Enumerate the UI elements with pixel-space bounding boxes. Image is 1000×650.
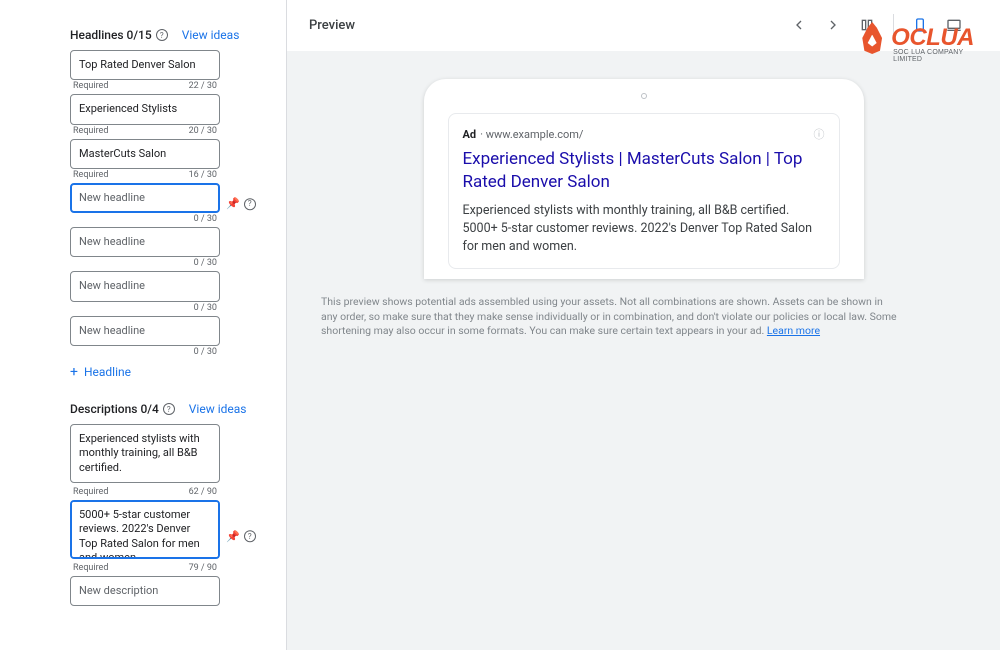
headline-input[interactable] bbox=[70, 94, 220, 124]
description-input[interactable] bbox=[70, 576, 220, 606]
next-button[interactable] bbox=[823, 15, 843, 35]
headline-row: Required 22 / 30 bbox=[70, 50, 278, 94]
view-ideas-link[interactable]: View ideas bbox=[189, 402, 247, 416]
preview-disclaimer: This preview shows potential ads assembl… bbox=[315, 295, 905, 339]
required-label: Required bbox=[73, 487, 108, 497]
ad-description: Experienced stylists with monthly traini… bbox=[463, 202, 825, 256]
preview-panel: Preview bbox=[286, 0, 1000, 650]
char-count: 62 / 90 bbox=[189, 487, 217, 497]
headline-input[interactable] bbox=[70, 271, 220, 301]
ad-top-row: Ad · www.example.com/ ⓘ bbox=[463, 126, 825, 142]
input-meta: 0 / 30 bbox=[70, 302, 220, 316]
view-ideas-link[interactable]: View ideas bbox=[182, 28, 240, 42]
pin-icon[interactable]: 📌 bbox=[226, 530, 240, 543]
chevron-right-icon bbox=[825, 17, 841, 33]
plus-icon: + bbox=[70, 364, 78, 380]
headline-input[interactable] bbox=[70, 139, 220, 169]
ad-preview-card: Ad · www.example.com/ ⓘ Experienced Styl… bbox=[448, 113, 840, 269]
headline-row: 0 / 30 bbox=[70, 316, 278, 360]
preview-body: Ad · www.example.com/ ⓘ Experienced Styl… bbox=[287, 51, 1000, 650]
help-icon[interactable]: ? bbox=[244, 198, 256, 210]
input-meta: Required 16 / 30 bbox=[70, 169, 220, 183]
preview-title: Preview bbox=[309, 18, 355, 33]
char-count: 0 / 30 bbox=[194, 303, 217, 313]
prev-button[interactable] bbox=[789, 15, 809, 35]
headline-input[interactable] bbox=[70, 227, 220, 257]
headline-input[interactable] bbox=[70, 316, 220, 346]
required-label: Required bbox=[73, 126, 108, 136]
input-meta bbox=[70, 609, 220, 613]
ad-badge: Ad bbox=[463, 128, 477, 141]
input-meta: Required 22 / 30 bbox=[70, 80, 220, 94]
description-row bbox=[70, 576, 278, 613]
headline-row: 📌? 0 / 30 bbox=[70, 183, 278, 227]
required-label: Required bbox=[73, 563, 108, 573]
headline-row: Required 20 / 30 bbox=[70, 94, 278, 138]
asset-editor-panel: Headlines 0/15 ? View ideas Required 22 /… bbox=[70, 0, 286, 650]
char-count: 0 / 30 bbox=[194, 258, 217, 268]
headline-input[interactable] bbox=[70, 50, 220, 80]
info-icon[interactable]: ⓘ bbox=[814, 126, 825, 142]
headline-input[interactable] bbox=[70, 183, 220, 213]
add-headline-button[interactable]: + Headline bbox=[70, 360, 278, 384]
char-count: 22 / 30 bbox=[189, 81, 217, 91]
description-input[interactable] bbox=[70, 500, 220, 559]
char-count: 0 / 30 bbox=[194, 347, 217, 357]
descriptions-title: Descriptions 0/4 bbox=[70, 402, 159, 416]
description-row: 📌? Required 79 / 90 bbox=[70, 500, 278, 576]
watermark-logo: OCLUA SOC LUA COMPANY LIMITED bbox=[859, 22, 974, 54]
descriptions-header: Descriptions 0/4 ? View ideas bbox=[70, 402, 278, 416]
headline-row: 0 / 30 bbox=[70, 271, 278, 315]
input-meta: 0 / 30 bbox=[70, 257, 220, 271]
input-meta: 0 / 30 bbox=[70, 346, 220, 360]
description-input[interactable] bbox=[70, 424, 220, 483]
input-meta: Required 79 / 90 bbox=[70, 562, 220, 576]
pin-icon[interactable]: 📌 bbox=[226, 197, 240, 210]
char-count: 79 / 90 bbox=[189, 563, 217, 573]
watermark-name: OCLUA bbox=[891, 24, 974, 52]
chevron-left-icon bbox=[791, 17, 807, 33]
learn-more-link[interactable]: Learn more bbox=[767, 324, 820, 337]
headline-row: 0 / 30 bbox=[70, 227, 278, 271]
help-icon[interactable]: ? bbox=[163, 403, 175, 415]
camera-dot-icon bbox=[641, 93, 647, 99]
char-count: 20 / 30 bbox=[189, 126, 217, 136]
flame-icon bbox=[859, 22, 885, 54]
ad-display-url: · www.example.com/ bbox=[480, 128, 583, 141]
input-meta: 0 / 30 bbox=[70, 213, 220, 227]
watermark-tagline: SOC LUA COMPANY LIMITED bbox=[893, 49, 974, 63]
headlines-header: Headlines 0/15 ? View ideas bbox=[70, 28, 278, 42]
input-meta: Required 20 / 30 bbox=[70, 125, 220, 139]
char-count: 0 / 30 bbox=[194, 214, 217, 224]
input-meta: Required 62 / 90 bbox=[70, 486, 220, 500]
help-icon[interactable]: ? bbox=[156, 29, 168, 41]
required-label: Required bbox=[73, 170, 108, 180]
headlines-title: Headlines 0/15 bbox=[70, 28, 152, 42]
headline-row: Required 16 / 30 bbox=[70, 139, 278, 183]
required-label: Required bbox=[73, 81, 108, 91]
phone-frame: Ad · www.example.com/ ⓘ Experienced Styl… bbox=[424, 79, 864, 279]
help-icon[interactable]: ? bbox=[244, 531, 256, 543]
char-count: 16 / 30 bbox=[189, 170, 217, 180]
add-headline-label: Headline bbox=[84, 365, 131, 379]
description-row: Required 62 / 90 bbox=[70, 424, 278, 500]
ad-headline: Experienced Stylists | MasterCuts Salon … bbox=[463, 148, 825, 194]
